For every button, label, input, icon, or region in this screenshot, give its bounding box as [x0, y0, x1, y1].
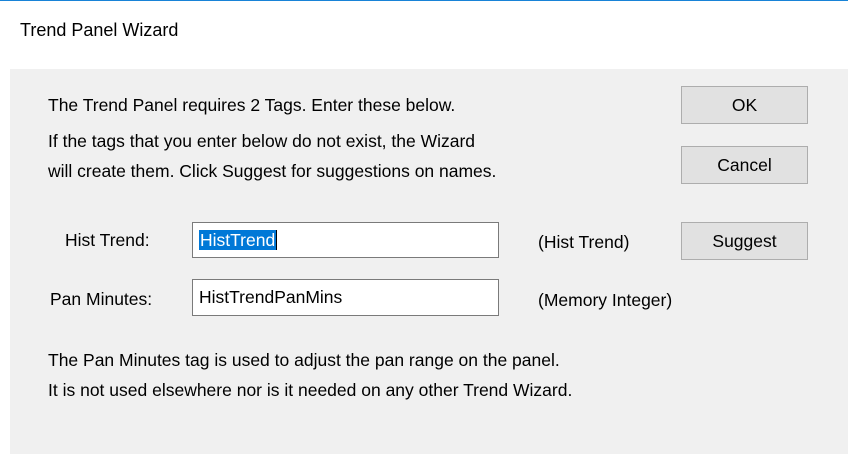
text-caret	[276, 230, 278, 250]
title-bar[interactable]: Trend Panel Wizard	[0, 1, 848, 60]
cancel-button[interactable]: Cancel	[681, 146, 808, 184]
hist-trend-value: HistTrend	[199, 230, 277, 250]
window-title: Trend Panel Wizard	[20, 20, 179, 40]
hist-trend-input[interactable]: HistTrend	[192, 222, 499, 258]
intro-line-2: If the tags that you enter below do not …	[48, 131, 476, 151]
hist-trend-type-hint: (Hist Trend)	[538, 232, 630, 252]
intro-line-1: The Trend Panel requires 2 Tags. Enter t…	[48, 95, 456, 115]
ok-button[interactable]: OK	[681, 86, 808, 124]
trend-panel-wizard-dialog: Trend Panel Wizard The Trend Panel requi…	[0, 0, 848, 454]
footer-line-1: The Pan Minutes tag is used to adjust th…	[48, 350, 560, 370]
hist-trend-label: Hist Trend:	[65, 230, 150, 250]
pan-minutes-type-hint: (Memory Integer)	[538, 290, 673, 310]
suggest-button[interactable]: Suggest	[681, 222, 808, 260]
pan-minutes-label: Pan Minutes:	[50, 289, 153, 309]
intro-line-3: will create them. Click Suggest for sugg…	[48, 161, 497, 181]
pan-minutes-value: HistTrendPanMins	[199, 287, 343, 307]
footer-line-2: It is not used elsewhere nor is it neede…	[48, 380, 573, 400]
pan-minutes-input[interactable]: HistTrendPanMins	[192, 279, 499, 316]
